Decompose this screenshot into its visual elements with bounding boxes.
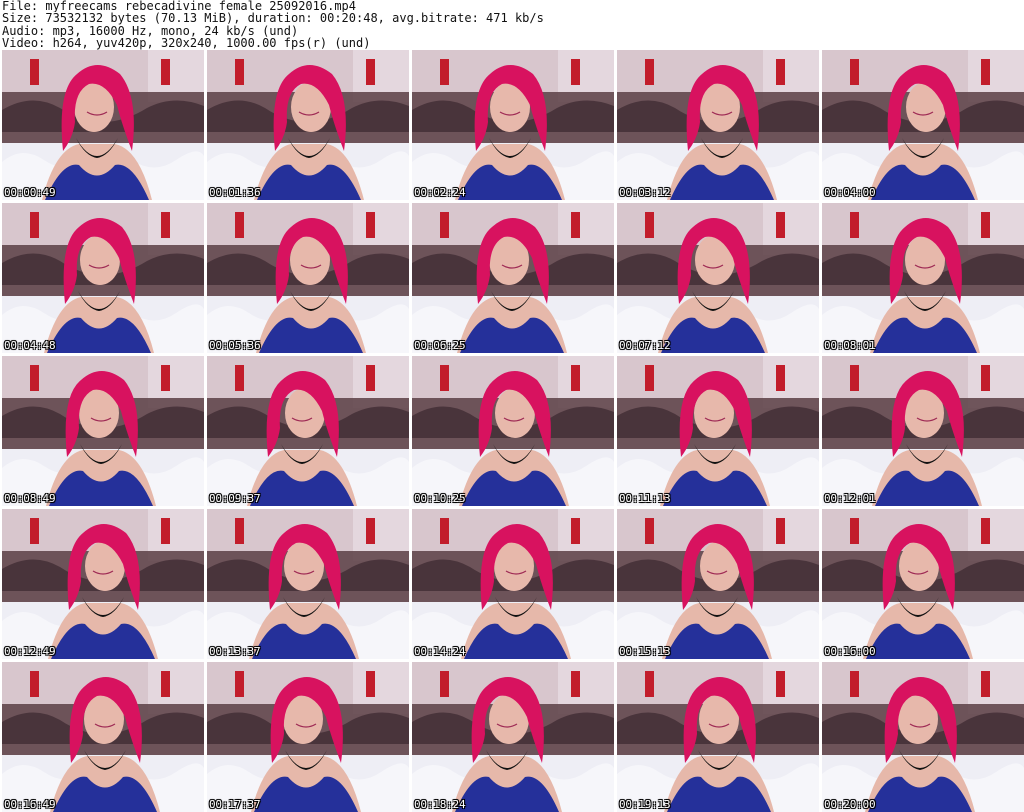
thumbnail-20: 00:16:00 (822, 509, 1024, 659)
thumbnail-2: 00:01:36 (207, 50, 409, 200)
thumbnail-5: 00:04:00 (822, 50, 1024, 200)
webcam-frame-illustration (617, 509, 819, 659)
timestamp-label-7: 00:05:36 (209, 339, 261, 352)
timestamp-label-24: 00:19:13 (619, 798, 671, 811)
thumbnail-21: 00:16:49 (2, 662, 204, 812)
webcam-frame-illustration (207, 203, 409, 353)
timestamp-label-3: 00:02:24 (414, 186, 466, 199)
thumbnail-15: 00:12:01 (822, 356, 1024, 506)
timestamp-label-19: 00:15:13 (619, 645, 671, 658)
timestamp-label-13: 00:10:25 (414, 492, 466, 505)
thumbnail-11: 00:08:49 (2, 356, 204, 506)
webcam-frame-illustration (207, 50, 409, 200)
timestamp-label-20: 00:16:00 (824, 645, 876, 658)
video-info-line: Video: h264, yuv420p, 320x240, 1000.00 f… (2, 37, 371, 50)
thumbnail-8: 00:06:25 (412, 203, 614, 353)
thumbnail-12: 00:09:37 (207, 356, 409, 506)
thumbnail-6: 00:04:48 (2, 203, 204, 353)
webcam-frame-illustration (2, 509, 204, 659)
timestamp-label-10: 00:08:01 (824, 339, 876, 352)
webcam-frame-illustration (412, 356, 614, 506)
webcam-frame-illustration (412, 662, 614, 812)
timestamp-label-5: 00:04:00 (824, 186, 876, 199)
timestamp-label-6: 00:04:48 (4, 339, 56, 352)
webcam-frame-illustration (207, 509, 409, 659)
timestamp-label-22: 00:17:37 (209, 798, 261, 811)
webcam-frame-illustration (2, 203, 204, 353)
webcam-frame-illustration (207, 662, 409, 812)
webcam-frame-illustration (412, 203, 614, 353)
webcam-frame-illustration (412, 509, 614, 659)
thumbnail-25: 00:20:00 (822, 662, 1024, 812)
thumbnail-24: 00:19:13 (617, 662, 819, 812)
webcam-frame-illustration (412, 50, 614, 200)
webcam-frame-illustration (617, 662, 819, 812)
webcam-frame-illustration (207, 356, 409, 506)
timestamp-label-4: 00:03:12 (619, 186, 671, 199)
video-info-header: File: myfreecams_rebecadivine_female_250… (0, 0, 1024, 50)
timestamp-label-15: 00:12:01 (824, 492, 876, 505)
timestamp-label-17: 00:13:37 (209, 645, 261, 658)
thumbnail-4: 00:03:12 (617, 50, 819, 200)
webcam-frame-illustration (2, 356, 204, 506)
timestamp-label-12: 00:09:37 (209, 492, 261, 505)
webcam-frame-illustration (822, 50, 1024, 200)
thumbnail-9: 00:07:12 (617, 203, 819, 353)
audio-info-line: Audio: mp3, 16000 Hz, mono, 24 kb/s (und… (2, 24, 299, 38)
thumbnail-22: 00:17:37 (207, 662, 409, 812)
timestamp-label-25: 00:20:00 (824, 798, 876, 811)
webcam-frame-illustration (822, 203, 1024, 353)
thumbnail-13: 00:10:25 (412, 356, 614, 506)
file-size-line: Size: 73532132 bytes (70.13 MiB), durati… (2, 12, 544, 25)
timestamp-label-23: 00:18:24 (414, 798, 466, 811)
timestamp-label-21: 00:16:49 (4, 798, 56, 811)
webcam-frame-illustration (822, 509, 1024, 659)
timestamp-label-18: 00:14:24 (414, 645, 466, 658)
timestamp-label-8: 00:06:25 (414, 339, 466, 352)
webcam-frame-illustration (2, 662, 204, 812)
webcam-frame-illustration (617, 50, 819, 200)
file-name-line: File: myfreecams_rebecadivine_female_250… (2, 0, 357, 13)
timestamp-label-1: 00:00:49 (4, 186, 56, 199)
thumbnail-7: 00:05:36 (207, 203, 409, 353)
thumbnail-14: 00:11:13 (617, 356, 819, 506)
timestamp-label-2: 00:01:36 (209, 186, 261, 199)
thumbnail-10: 00:08:01 (822, 203, 1024, 353)
webcam-frame-illustration (2, 50, 204, 200)
thumbnail-3: 00:02:24 (412, 50, 614, 200)
webcam-frame-illustration (617, 356, 819, 506)
timestamp-label-16: 00:12:49 (4, 645, 56, 658)
timestamp-label-9: 00:07:12 (619, 339, 671, 352)
thumbnail-19: 00:15:13 (617, 509, 819, 659)
timestamp-label-14: 00:11:13 (619, 492, 671, 505)
thumbnail-23: 00:18:24 (412, 662, 614, 812)
thumbnail-grid: 00:00:49 00:01:36 00:02:24 00:03:12 00:0… (2, 50, 1024, 812)
webcam-frame-illustration (822, 356, 1024, 506)
timestamp-label-11: 00:08:49 (4, 492, 56, 505)
webcam-frame-illustration (617, 203, 819, 353)
thumbnail-18: 00:14:24 (412, 509, 614, 659)
webcam-frame-illustration (822, 662, 1024, 812)
thumbnail-17: 00:13:37 (207, 509, 409, 659)
thumbnail-1: 00:00:49 (2, 50, 204, 200)
thumbnail-16: 00:12:49 (2, 509, 204, 659)
